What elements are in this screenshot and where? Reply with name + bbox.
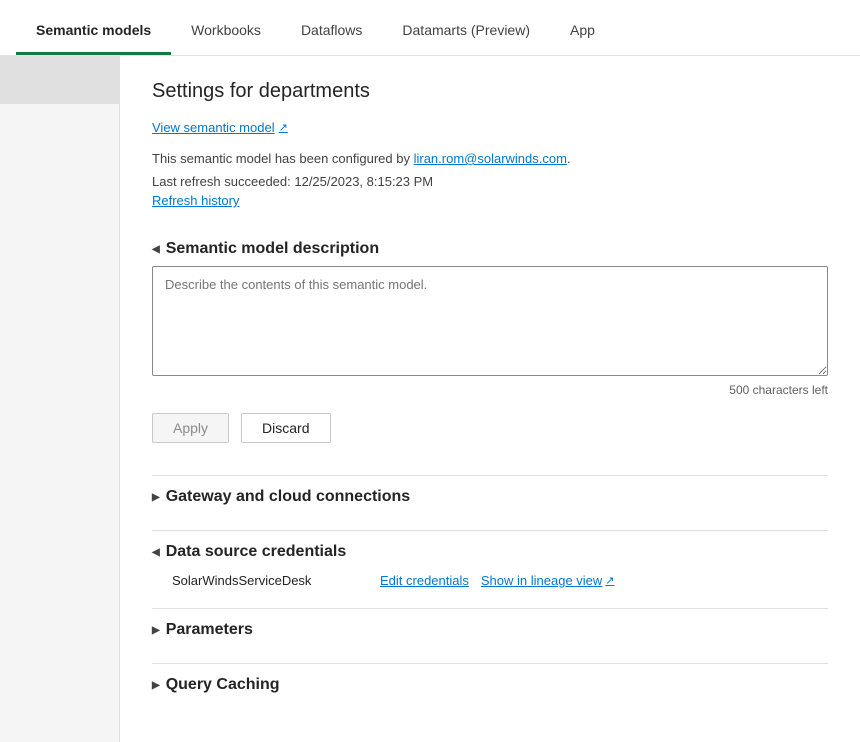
apply-button[interactable]: Apply bbox=[152, 413, 229, 443]
data-source-name: SolarWindsServiceDesk bbox=[172, 573, 332, 588]
datasource-section-header[interactable]: ◀ Data source credentials bbox=[152, 535, 828, 569]
parameters-section-header[interactable]: ▶ Parameters bbox=[152, 613, 828, 647]
tab-semantic-models[interactable]: Semantic models bbox=[16, 6, 171, 55]
description-textarea[interactable] bbox=[152, 266, 828, 376]
lineage-link-text: Show in lineage view bbox=[481, 573, 602, 588]
data-source-row: SolarWindsServiceDesk Edit credentials S… bbox=[152, 569, 828, 592]
main-content: Settings for departments View semantic m… bbox=[120, 56, 860, 742]
config-email-link[interactable]: liran.rom@solarwinds.com bbox=[414, 151, 567, 166]
tab-workbooks[interactable]: Workbooks bbox=[171, 6, 281, 55]
divider3 bbox=[152, 608, 828, 609]
datasource-section: ◀ Data source credentials SolarWindsServ… bbox=[152, 530, 828, 592]
gateway-header-label: Gateway and cloud connections bbox=[166, 488, 411, 506]
parameters-header-label: Parameters bbox=[166, 621, 253, 639]
divider bbox=[152, 475, 828, 476]
view-link-text: View semantic model bbox=[152, 120, 275, 135]
main-layout: Settings for departments View semantic m… bbox=[0, 56, 860, 742]
chevron-right-icon-2: ▶ bbox=[152, 625, 160, 636]
chevron-right-icon: ▶ bbox=[152, 492, 160, 503]
query-caching-section: ▶ Query Caching bbox=[152, 663, 828, 702]
sidebar bbox=[0, 56, 120, 742]
config-prefix: This semantic model has been configured … bbox=[152, 151, 414, 166]
divider4 bbox=[152, 663, 828, 664]
external-link-icon: ↗ bbox=[279, 121, 288, 134]
tab-app[interactable]: App bbox=[550, 6, 615, 55]
button-row: Apply Discard bbox=[152, 413, 828, 443]
chevron-down-icon-2: ◀ bbox=[152, 547, 160, 558]
gateway-section: ▶ Gateway and cloud connections bbox=[152, 475, 828, 514]
description-header-label: Semantic model description bbox=[166, 240, 379, 258]
config-suffix: . bbox=[567, 151, 571, 166]
tab-datamarts[interactable]: Datamarts (Preview) bbox=[382, 6, 550, 55]
discard-button[interactable]: Discard bbox=[241, 413, 330, 443]
query-caching-header-label: Query Caching bbox=[166, 676, 280, 694]
query-caching-section-header[interactable]: ▶ Query Caching bbox=[152, 668, 828, 702]
tab-dataflows[interactable]: Dataflows bbox=[281, 6, 382, 55]
parameters-section: ▶ Parameters bbox=[152, 608, 828, 647]
top-navigation: Semantic models Workbooks Dataflows Data… bbox=[0, 0, 860, 56]
view-semantic-model-link[interactable]: View semantic model ↗ bbox=[152, 120, 288, 135]
show-lineage-link[interactable]: Show in lineage view ↗ bbox=[481, 573, 615, 588]
textarea-wrapper bbox=[152, 266, 828, 379]
divider2 bbox=[152, 530, 828, 531]
chevron-right-icon-3: ▶ bbox=[152, 680, 160, 691]
config-info: This semantic model has been configured … bbox=[152, 151, 828, 166]
description-section: ◀ Semantic model description 500 charact… bbox=[152, 232, 828, 443]
chevron-down-icon: ◀ bbox=[152, 244, 160, 255]
data-source-links: Edit credentials Show in lineage view ↗ bbox=[380, 573, 615, 588]
sidebar-placeholder bbox=[0, 56, 119, 104]
refresh-history-link[interactable]: Refresh history bbox=[152, 193, 828, 208]
page-title: Settings for departments bbox=[152, 80, 828, 103]
datasource-header-label: Data source credentials bbox=[166, 543, 347, 561]
gateway-section-header[interactable]: ▶ Gateway and cloud connections bbox=[152, 480, 828, 514]
char-count: 500 characters left bbox=[152, 383, 828, 397]
description-section-header[interactable]: ◀ Semantic model description bbox=[152, 232, 828, 266]
external-icon-2: ↗ bbox=[605, 574, 614, 587]
refresh-info-text: Last refresh succeeded: 12/25/2023, 8:15… bbox=[152, 174, 828, 189]
edit-credentials-link[interactable]: Edit credentials bbox=[380, 573, 469, 588]
